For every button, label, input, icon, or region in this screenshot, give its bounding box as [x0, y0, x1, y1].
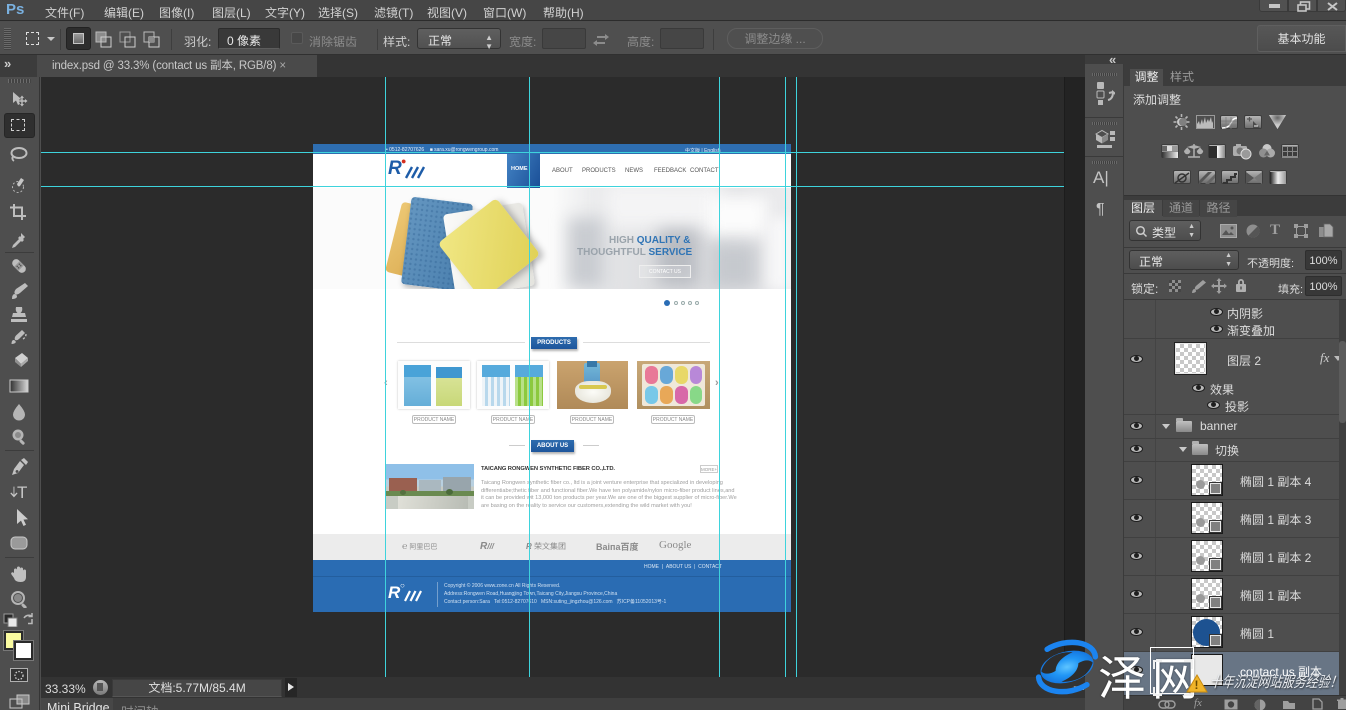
svg-text:T: T	[17, 483, 27, 501]
